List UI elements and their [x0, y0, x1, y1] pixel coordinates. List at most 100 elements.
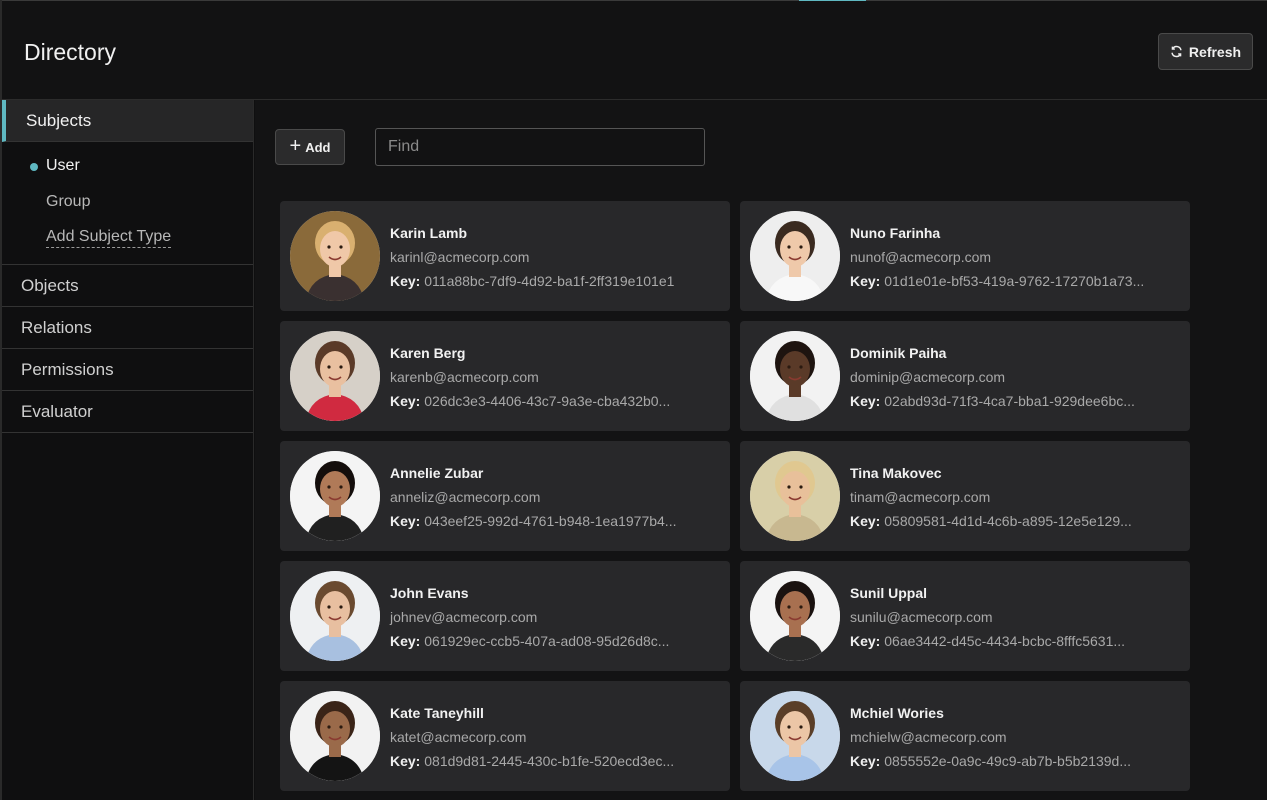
user-photo-icon: [750, 451, 840, 541]
user-name: Mchiel Wories: [850, 705, 944, 721]
user-email: johnev@acmecorp.com: [390, 609, 538, 625]
refresh-button[interactable]: Refresh: [1158, 33, 1253, 70]
user-key: Key: 061929ec-ccb5-407a-ad08-95d26d8c...: [390, 633, 705, 649]
main-content: + Add Karin Lamb karinl@acmecorp.com Key…: [255, 100, 1267, 800]
avatar: [750, 211, 840, 301]
key-value: 026dc3e3-4406-43c7-9a3e-cba432b0...: [424, 393, 671, 409]
user-card[interactable]: Kate Taneyhill katet@acmecorp.com Key: 0…: [280, 681, 730, 791]
user-name: John Evans: [390, 585, 469, 601]
user-name: Annelie Zubar: [390, 465, 484, 481]
subject-type-group[interactable]: Group: [2, 184, 253, 220]
selected-dot-icon: [30, 163, 38, 171]
key-label: Key:: [390, 633, 421, 649]
user-key: Key: 05809581-4d1d-4c6b-a895-12e5e129...: [850, 513, 1165, 529]
avatar: [750, 571, 840, 661]
user-key: Key: 026dc3e3-4406-43c7-9a3e-cba432b0...: [390, 393, 705, 409]
header: Directory Refresh: [2, 1, 1267, 100]
app-window: Directory Refresh Subjects User Group Ad…: [0, 0, 1267, 800]
key-label: Key:: [390, 513, 421, 529]
sidebar-section-objects[interactable]: Objects: [2, 265, 253, 307]
find-input[interactable]: [375, 128, 705, 166]
user-name: Kate Taneyhill: [390, 705, 484, 721]
sidebar-section-subjects[interactable]: Subjects: [2, 100, 253, 142]
sidebar-section-label: Permissions: [21, 359, 114, 379]
user-email: karinl@acmecorp.com: [390, 249, 530, 265]
sidebar-section-label: Evaluator: [21, 401, 93, 421]
user-email: katet@acmecorp.com: [390, 729, 527, 745]
user-photo-icon: [290, 451, 380, 541]
avatar: [750, 451, 840, 541]
user-card[interactable]: Karin Lamb karinl@acmecorp.com Key: 011a…: [280, 201, 730, 311]
user-name: Nuno Farinha: [850, 225, 941, 241]
add-label: Add: [305, 139, 331, 155]
key-value: 02abd93d-71f3-4ca7-bba1-929dee6bc...: [884, 393, 1135, 409]
subject-type-list: User Group Add Subject Type: [2, 142, 253, 265]
user-card-grid: Karin Lamb karinl@acmecorp.com Key: 011a…: [280, 201, 1190, 791]
key-label: Key:: [850, 513, 881, 529]
avatar: [290, 571, 380, 661]
key-value: 06ae3442-d45c-4434-bcbc-8fffc5631...: [884, 633, 1126, 649]
user-card[interactable]: Tina Makovec tinam@acmecorp.com Key: 058…: [740, 441, 1190, 551]
user-email: karenb@acmecorp.com: [390, 369, 539, 385]
avatar: [290, 451, 380, 541]
user-key: Key: 02abd93d-71f3-4ca7-bba1-929dee6bc..…: [850, 393, 1165, 409]
user-key: Key: 011a88bc-7df9-4d92-ba1f-2ff319e101e…: [390, 273, 705, 289]
key-value: 01d1e01e-bf53-419a-9762-17270b1a73...: [884, 273, 1145, 289]
user-card[interactable]: Annelie Zubar anneliz@acmecorp.com Key: …: [280, 441, 730, 551]
key-value: 0855552e-0a9c-49c9-ab7b-b5b2139d...: [884, 753, 1132, 769]
key-value: 05809581-4d1d-4c6b-a895-12e5e129...: [884, 513, 1132, 529]
key-label: Key:: [850, 393, 881, 409]
key-label: Key:: [850, 753, 881, 769]
user-card[interactable]: Dominik Paiha dominip@acmecorp.com Key: …: [740, 321, 1190, 431]
sidebar-section-permissions[interactable]: Permissions: [2, 349, 253, 391]
avatar: [750, 691, 840, 781]
user-photo-icon: [290, 691, 380, 781]
user-card[interactable]: John Evans johnev@acmecorp.com Key: 0619…: [280, 561, 730, 671]
key-value: 011a88bc-7df9-4d92-ba1f-2ff319e101e1: [424, 273, 675, 289]
user-name: Karen Berg: [390, 345, 466, 361]
user-card[interactable]: Nuno Farinha nunof@acmecorp.com Key: 01d…: [740, 201, 1190, 311]
subject-type-label: User: [46, 157, 80, 174]
sidebar-section-label: Subjects: [26, 110, 92, 130]
page-title: Directory: [24, 39, 117, 65]
subject-type-label: Group: [46, 193, 91, 210]
user-card[interactable]: Mchiel Wories mchielw@acmecorp.com Key: …: [740, 681, 1190, 791]
user-photo-icon: [750, 571, 840, 661]
user-card[interactable]: Karen Berg karenb@acmecorp.com Key: 026d…: [280, 321, 730, 431]
add-subject-type-link[interactable]: Add Subject Type: [2, 220, 253, 256]
sidebar-section-label: Relations: [21, 317, 92, 337]
key-value: 061929ec-ccb5-407a-ad08-95d26d8c...: [424, 633, 670, 649]
user-key: Key: 043eef25-992d-4761-b948-1ea1977b4..…: [390, 513, 705, 529]
user-name: Sunil Uppal: [850, 585, 927, 601]
user-photo-icon: [750, 211, 840, 301]
avatar: [290, 691, 380, 781]
sidebar-section-relations[interactable]: Relations: [2, 307, 253, 349]
key-label: Key:: [850, 633, 881, 649]
subject-type-label: Add Subject Type: [46, 228, 172, 248]
user-photo-icon: [290, 211, 380, 301]
subject-type-user[interactable]: User: [2, 148, 253, 184]
user-photo-icon: [290, 571, 380, 661]
user-name: Tina Makovec: [850, 465, 942, 481]
plus-icon: +: [289, 135, 302, 157]
refresh-label: Refresh: [1188, 43, 1242, 60]
avatar: [290, 331, 380, 421]
user-name: Dominik Paiha: [850, 345, 947, 361]
key-label: Key:: [390, 753, 421, 769]
user-email: nunof@acmecorp.com: [850, 249, 992, 265]
user-key: Key: 081d9d81-2445-430c-b1fe-520ecd3ec..…: [390, 753, 705, 769]
user-photo-icon: [290, 331, 380, 421]
user-card[interactable]: Sunil Uppal sunilu@acmecorp.com Key: 06a…: [740, 561, 1190, 671]
user-email: sunilu@acmecorp.com: [850, 609, 993, 625]
key-label: Key:: [850, 273, 881, 289]
sidebar-section-evaluator[interactable]: Evaluator: [2, 391, 253, 433]
user-name: Karin Lamb: [390, 225, 468, 241]
user-key: Key: 06ae3442-d45c-4434-bcbc-8fffc5631..…: [850, 633, 1165, 649]
user-photo-icon: [750, 331, 840, 421]
sidebar-section-label: Objects: [21, 275, 79, 295]
avatar: [750, 331, 840, 421]
key-value: 081d9d81-2445-430c-b1fe-520ecd3ec...: [424, 753, 675, 769]
user-photo-icon: [750, 691, 840, 781]
user-email: tinam@acmecorp.com: [850, 489, 991, 505]
add-button[interactable]: + Add: [275, 129, 345, 165]
